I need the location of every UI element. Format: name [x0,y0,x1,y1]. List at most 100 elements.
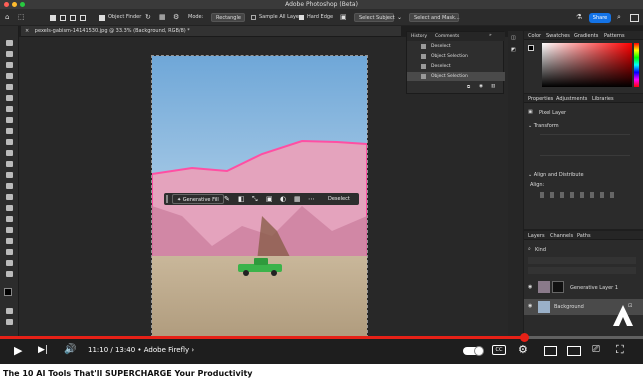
next-icon[interactable]: ▶| [38,345,48,355]
zoom-tool-icon[interactable] [6,260,13,266]
blend-mode-row[interactable] [528,257,636,264]
new-selection-icon[interactable] [50,15,56,21]
paths-tab[interactable]: Paths [577,233,591,239]
volume-icon[interactable]: 🔊 [64,344,76,355]
minimize-window-button[interactable] [12,2,17,7]
more-tools-icon[interactable] [6,271,13,277]
hard-edge-checkbox[interactable] [299,15,304,20]
drag-handle-icon[interactable] [166,195,168,203]
show-all-objects-icon[interactable]: ▦ [159,13,166,22]
subtract-selection-icon[interactable] [70,15,76,21]
history-brush-tool-icon[interactable] [6,150,13,156]
swatches-tab[interactable]: Swatches [546,33,570,39]
lasso-tool-icon[interactable] [6,62,13,68]
gradients-tab[interactable]: Gradients [574,33,598,39]
generative-fill-button[interactable]: ✦ Generative Fill [172,194,224,204]
hand-tool-icon[interactable] [6,249,13,255]
miniplayer-icon[interactable] [544,346,557,356]
history-item[interactable]: Object Selection [407,52,505,61]
video-title[interactable]: The 10 AI Tools That'll SUPERCHARGE Your… [3,369,253,378]
gradient-tool-icon[interactable] [6,172,13,178]
rectangle-tool-icon[interactable] [6,238,13,244]
dodge-tool-icon[interactable] [6,194,13,200]
select-subject-button[interactable]: Select Subject [354,13,395,22]
layer-filter-kind[interactable]: Kind [535,247,546,253]
move-tool-icon[interactable] [6,40,13,46]
comments-tab[interactable]: Comments [435,34,459,39]
brush-icon[interactable]: ✎ [224,195,230,203]
video-player[interactable]: Adobe Photoshop (Beta) ⌂ ⬚ Object Finder… [0,0,643,364]
adjustment-icon[interactable]: ◐ [280,195,286,203]
transform-fields[interactable] [540,134,630,156]
foreground-color-swatch[interactable] [4,288,12,296]
object-finder-checkbox[interactable] [99,15,105,21]
share-button[interactable]: Share [589,13,611,23]
close-window-button[interactable] [4,2,9,7]
collapse-icon[interactable]: » [489,33,492,38]
color-tab[interactable]: Color [528,33,541,39]
captions-icon[interactable]: CC [492,345,506,355]
transform-section[interactable]: ⌄ Transform [528,123,559,129]
pen-tool-icon[interactable] [6,205,13,211]
artboard-tool-icon[interactable] [6,51,13,57]
eraser-tool-icon[interactable] [6,161,13,167]
intersect-selection-icon[interactable] [80,15,86,21]
blur-tool-icon[interactable] [6,183,13,189]
select-and-mask-button[interactable]: Select and Mask... [409,13,460,22]
select-mask-icon[interactable]: ◧ [238,195,245,203]
color-picker-field[interactable] [542,43,632,87]
layer-row[interactable]: ◉ Generative Layer 1 [524,279,643,297]
object-selection-tool-icon[interactable] [6,73,13,79]
hue-slider[interactable] [634,43,639,87]
camera-icon[interactable]: ◉ [479,84,483,89]
brush-tool-icon[interactable] [6,128,13,134]
type-tool-icon[interactable] [6,216,13,222]
chapter-label[interactable]: Adobe Firefly [144,346,189,354]
frame-tool-icon[interactable] [6,95,13,101]
eyedropper-tool-icon[interactable] [6,106,13,112]
lock-row[interactable] [528,267,636,274]
document-tab[interactable]: × pexels-gabism-14141530.jpg @ 33.3% (Ba… [21,26,401,37]
trash-icon[interactable]: ▥ [491,84,495,89]
transform-icon[interactable]: ⤡ [252,195,258,204]
adjustments-tab[interactable]: Adjustments [556,96,587,102]
stamp-tool-icon[interactable] [6,139,13,145]
eye-icon[interactable]: ◉ [528,284,532,290]
theater-mode-icon[interactable] [567,346,581,356]
add-selection-icon[interactable] [60,15,66,21]
chevron-down-icon[interactable]: ⌄ [397,13,402,22]
eye-icon[interactable]: ◉ [528,303,532,309]
deselect-button[interactable]: Deselect [328,196,350,202]
align-buttons[interactable] [540,192,620,198]
sample-all-layers-checkbox[interactable] [251,15,256,20]
snapshot-icon[interactable]: ⧉ [467,84,470,90]
home-icon[interactable]: ⌂ [5,13,9,22]
layers-tab[interactable]: Layers [528,233,545,239]
cast-icon[interactable]: ⎚ [592,344,600,355]
history-tab[interactable]: History [411,34,427,39]
mask-icon[interactable]: ▣ [266,195,273,203]
search-icon[interactable]: ⌕ [617,13,621,22]
patterns-tab[interactable]: Patterns [604,33,625,39]
properties-panel-icon[interactable]: ◩ [511,47,516,53]
healing-tool-icon[interactable] [6,117,13,123]
channels-tab[interactable]: Channels [550,233,573,239]
history-item[interactable]: Deselect [407,62,505,71]
foreground-swatch[interactable] [528,45,534,51]
gear-icon[interactable]: ⚙ [518,343,528,356]
more-icon[interactable]: ⋯ [308,195,315,203]
fill-icon[interactable]: ▦ [294,195,301,203]
workspace-icon[interactable] [630,14,639,22]
history-item-selected[interactable]: Object Selection [407,72,505,81]
maximize-window-button[interactable] [20,2,25,7]
gear-icon[interactable]: ⚙ [173,13,179,22]
selection-tool-icon[interactable]: ⬚ [18,13,25,22]
crop-tool-icon[interactable] [6,84,13,90]
flask-icon[interactable]: ⚗ [576,13,582,22]
quick-mask-icon[interactable] [6,308,13,314]
refresh-icon[interactable]: ↻ [145,13,151,22]
properties-tab[interactable]: Properties [528,96,553,102]
align-section[interactable]: ⌄ Align and Distribute [528,172,584,178]
fullscreen-icon[interactable]: ⛶ [616,343,624,357]
screen-mode-icon[interactable] [6,319,13,325]
